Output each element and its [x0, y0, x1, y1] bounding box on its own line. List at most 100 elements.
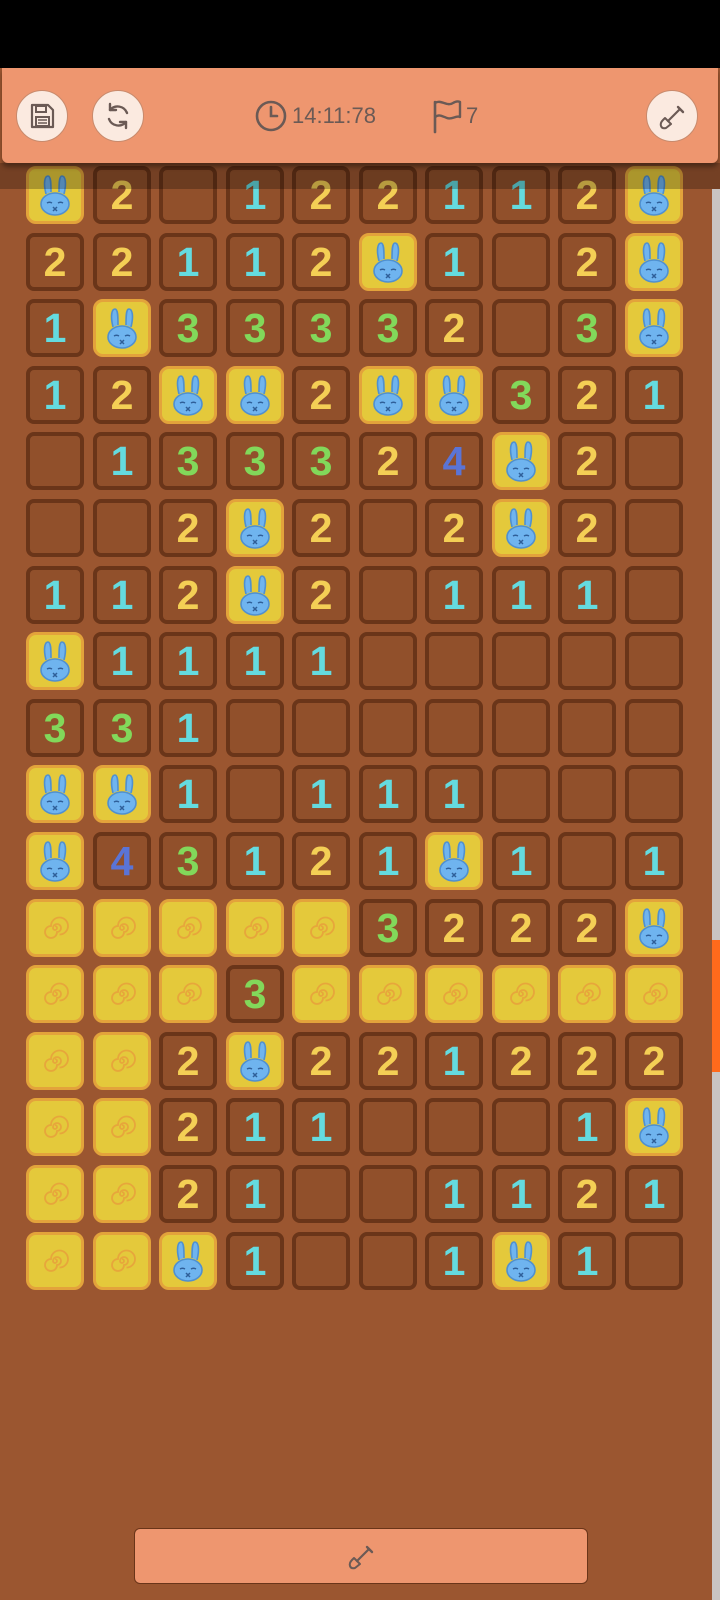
bunny-cell[interactable]: [159, 366, 217, 424]
covered-cell[interactable]: [625, 965, 683, 1023]
bunny-cell[interactable]: [26, 632, 84, 690]
number-cell[interactable]: 1: [159, 632, 217, 690]
number-cell[interactable]: 1: [292, 1098, 350, 1156]
empty-cell[interactable]: [226, 699, 284, 757]
number-cell[interactable]: 1: [492, 832, 550, 890]
number-cell[interactable]: 1: [492, 566, 550, 624]
number-cell[interactable]: 2: [93, 366, 151, 424]
number-cell[interactable]: 1: [425, 233, 483, 291]
number-cell[interactable]: 1: [292, 765, 350, 823]
dig-action-button[interactable]: [134, 1528, 588, 1584]
covered-cell[interactable]: [26, 1098, 84, 1156]
empty-cell[interactable]: [226, 765, 284, 823]
number-cell[interactable]: 1: [159, 765, 217, 823]
number-cell[interactable]: 2: [558, 1032, 616, 1090]
empty-cell[interactable]: [492, 1098, 550, 1156]
number-cell[interactable]: 3: [226, 299, 284, 357]
bunny-cell[interactable]: [625, 233, 683, 291]
covered-cell[interactable]: [558, 965, 616, 1023]
empty-cell[interactable]: [492, 233, 550, 291]
empty-cell[interactable]: [625, 1232, 683, 1290]
number-cell[interactable]: 2: [359, 1032, 417, 1090]
number-cell[interactable]: 2: [558, 366, 616, 424]
number-cell[interactable]: 1: [292, 632, 350, 690]
number-cell[interactable]: 1: [159, 699, 217, 757]
number-cell[interactable]: 1: [359, 832, 417, 890]
number-cell[interactable]: 3: [26, 699, 84, 757]
number-cell[interactable]: 2: [292, 1032, 350, 1090]
covered-cell[interactable]: [159, 965, 217, 1023]
number-cell[interactable]: 3: [292, 299, 350, 357]
number-cell[interactable]: 1: [558, 1232, 616, 1290]
bunny-cell[interactable]: [625, 299, 683, 357]
empty-cell[interactable]: [558, 699, 616, 757]
number-cell[interactable]: 2: [558, 233, 616, 291]
number-cell[interactable]: 2: [492, 899, 550, 957]
empty-cell[interactable]: [558, 832, 616, 890]
number-cell[interactable]: 2: [292, 233, 350, 291]
empty-cell[interactable]: [492, 632, 550, 690]
empty-cell[interactable]: [93, 499, 151, 557]
save-button[interactable]: [16, 90, 68, 142]
number-cell[interactable]: 2: [93, 233, 151, 291]
covered-cell[interactable]: [159, 899, 217, 957]
bunny-cell[interactable]: [625, 1098, 683, 1156]
number-cell[interactable]: 1: [425, 1165, 483, 1223]
number-cell[interactable]: 3: [159, 299, 217, 357]
empty-cell[interactable]: [625, 765, 683, 823]
covered-cell[interactable]: [425, 965, 483, 1023]
bunny-cell[interactable]: [492, 432, 550, 490]
empty-cell[interactable]: [26, 499, 84, 557]
number-cell[interactable]: 1: [558, 1098, 616, 1156]
bunny-cell[interactable]: [93, 765, 151, 823]
covered-cell[interactable]: [26, 1165, 84, 1223]
number-cell[interactable]: 1: [26, 299, 84, 357]
empty-cell[interactable]: [492, 299, 550, 357]
empty-cell[interactable]: [625, 699, 683, 757]
number-cell[interactable]: 3: [292, 432, 350, 490]
bunny-cell[interactable]: [625, 899, 683, 957]
number-cell[interactable]: 2: [26, 233, 84, 291]
covered-cell[interactable]: [26, 1032, 84, 1090]
number-cell[interactable]: 3: [159, 832, 217, 890]
number-cell[interactable]: 2: [292, 366, 350, 424]
bunny-cell[interactable]: [359, 366, 417, 424]
empty-cell[interactable]: [359, 1098, 417, 1156]
bunny-cell[interactable]: [226, 366, 284, 424]
bunny-cell[interactable]: [425, 366, 483, 424]
scrollbar-track[interactable]: [712, 189, 720, 1600]
number-cell[interactable]: 2: [558, 899, 616, 957]
number-cell[interactable]: 1: [226, 832, 284, 890]
number-cell[interactable]: 1: [26, 566, 84, 624]
covered-cell[interactable]: [26, 1232, 84, 1290]
number-cell[interactable]: 1: [625, 366, 683, 424]
number-cell[interactable]: 3: [226, 965, 284, 1023]
number-cell[interactable]: 3: [226, 432, 284, 490]
scrollbar-thumb[interactable]: [712, 940, 720, 1072]
number-cell[interactable]: 3: [159, 432, 217, 490]
empty-cell[interactable]: [625, 432, 683, 490]
number-cell[interactable]: 1: [359, 765, 417, 823]
number-cell[interactable]: 2: [292, 499, 350, 557]
empty-cell[interactable]: [425, 699, 483, 757]
covered-cell[interactable]: [292, 965, 350, 1023]
bunny-cell[interactable]: [26, 832, 84, 890]
covered-cell[interactable]: [93, 899, 151, 957]
number-cell[interactable]: 2: [159, 1032, 217, 1090]
covered-cell[interactable]: [292, 899, 350, 957]
number-cell[interactable]: 2: [558, 1165, 616, 1223]
number-cell[interactable]: 2: [425, 299, 483, 357]
number-cell[interactable]: 2: [558, 432, 616, 490]
number-cell[interactable]: 1: [425, 765, 483, 823]
dig-mode-button[interactable]: [646, 90, 698, 142]
number-cell[interactable]: 2: [159, 1165, 217, 1223]
bunny-cell[interactable]: [492, 1232, 550, 1290]
number-cell[interactable]: 1: [226, 1232, 284, 1290]
bunny-cell[interactable]: [159, 1232, 217, 1290]
number-cell[interactable]: 3: [359, 299, 417, 357]
number-cell[interactable]: 2: [159, 566, 217, 624]
number-cell[interactable]: 2: [292, 566, 350, 624]
bunny-cell[interactable]: [492, 499, 550, 557]
empty-cell[interactable]: [292, 1165, 350, 1223]
covered-cell[interactable]: [26, 899, 84, 957]
